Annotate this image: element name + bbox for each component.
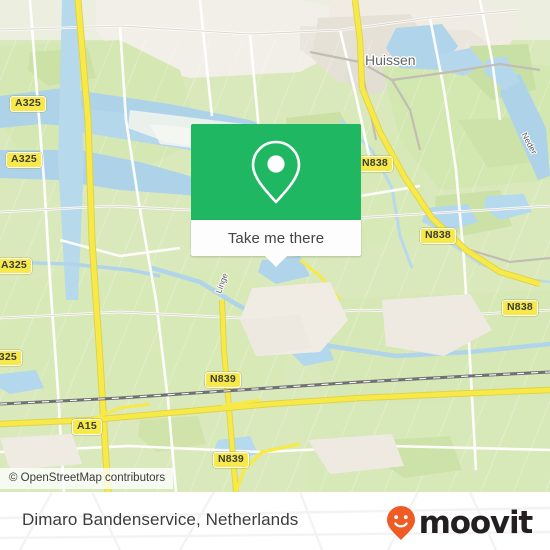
road-shield-n838-3[interactable]: N838 xyxy=(502,300,538,316)
road-shield-a325-4[interactable]: A325 xyxy=(0,350,22,366)
road-shield-n838-2[interactable]: N838 xyxy=(420,228,456,244)
popup-action-bar[interactable]: Take me there xyxy=(191,220,361,267)
road-shield-a15[interactable]: A15 xyxy=(72,419,102,435)
road-shield-n838-1[interactable]: N838 xyxy=(357,156,393,172)
popup-tail xyxy=(265,256,287,267)
road-shield-n839-2[interactable]: N839 xyxy=(213,452,249,468)
map-popup[interactable]: Take me there xyxy=(191,124,361,267)
map-pin-icon xyxy=(251,140,301,204)
location-title: Dimaro Bandenservice, Netherlands xyxy=(22,510,299,529)
moovit-brand[interactable]: moovit xyxy=(386,504,534,541)
road-shield-n839-1[interactable]: N839 xyxy=(205,372,241,388)
road-shield-a325-1[interactable]: A325 xyxy=(10,96,46,112)
moovit-wordmark: moovit xyxy=(418,504,534,541)
popup-header xyxy=(191,124,361,220)
place-label-huissen: Huissen xyxy=(365,52,416,68)
map-screenshot: Huissen Linge Neder A325 A325 A325 A325 … xyxy=(0,0,550,550)
road-shield-a325-2[interactable]: A325 xyxy=(6,152,42,168)
osm-attribution[interactable]: © OpenStreetMap contributors xyxy=(0,468,174,489)
road-shield-a325-3[interactable]: A325 xyxy=(0,258,32,274)
take-me-there-label: Take me there xyxy=(227,229,325,247)
moovit-smiley-pin-icon xyxy=(386,506,415,540)
bottom-info-bar: Dimaro Bandenservice, Netherlands moovit xyxy=(0,492,550,550)
